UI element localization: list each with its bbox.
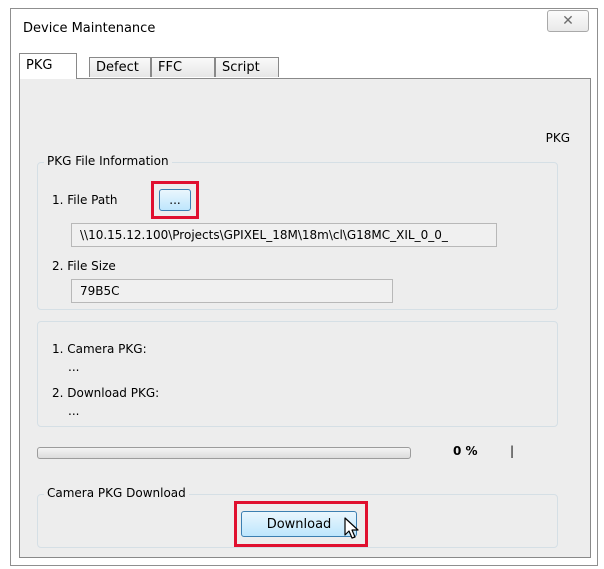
title-bar: Device Maintenance ✕ (11, 9, 597, 45)
progress-percent: 0 % (453, 444, 478, 458)
tab-ffc[interactable]: FFC (151, 57, 215, 77)
pkg-version-group: 1. Camera PKG: ... 2. Download PKG: ... (37, 321, 558, 427)
file-size-label: 2. File Size (52, 259, 116, 273)
file-path-field[interactable]: \\10.15.12.100\Projects\GPIXEL_18M\18m\c… (71, 223, 497, 247)
progress-separator: | (510, 444, 515, 458)
file-size-field[interactable]: 79B5C (71, 279, 393, 303)
camera-pkg-download-group: Camera PKG Download Download (37, 486, 558, 548)
device-maintenance-window: Device Maintenance ✕ PKG Defect FFC Scri… (10, 8, 598, 566)
tab-script[interactable]: Script (215, 57, 279, 77)
close-icon: ✕ (562, 13, 574, 29)
download-pkg-value: ... (68, 404, 80, 418)
camera-pkg-label: 1. Camera PKG: (52, 342, 147, 356)
tab-defect[interactable]: Defect (89, 57, 151, 77)
mouse-pointer-icon (344, 517, 359, 539)
pkg-tab-panel: PKG PKG File Information 1. File Path ..… (19, 78, 591, 558)
close-button[interactable]: ✕ (547, 10, 589, 32)
file-path-label: 1. File Path (52, 193, 118, 207)
group-title-download: Camera PKG Download (44, 486, 189, 500)
download-progress-bar (37, 447, 411, 459)
pkg-file-information-group: PKG File Information 1. File Path ... \\… (37, 154, 558, 310)
group-title-file-info: PKG File Information (44, 154, 172, 168)
download-pkg-label: 2. Download PKG: (52, 386, 160, 400)
tab-pkg[interactable]: PKG (19, 53, 77, 79)
camera-pkg-value: ... (68, 360, 80, 374)
pkg-header-label: PKG (545, 131, 570, 145)
window-title: Device Maintenance (23, 21, 156, 36)
browse-highlight (151, 181, 199, 219)
